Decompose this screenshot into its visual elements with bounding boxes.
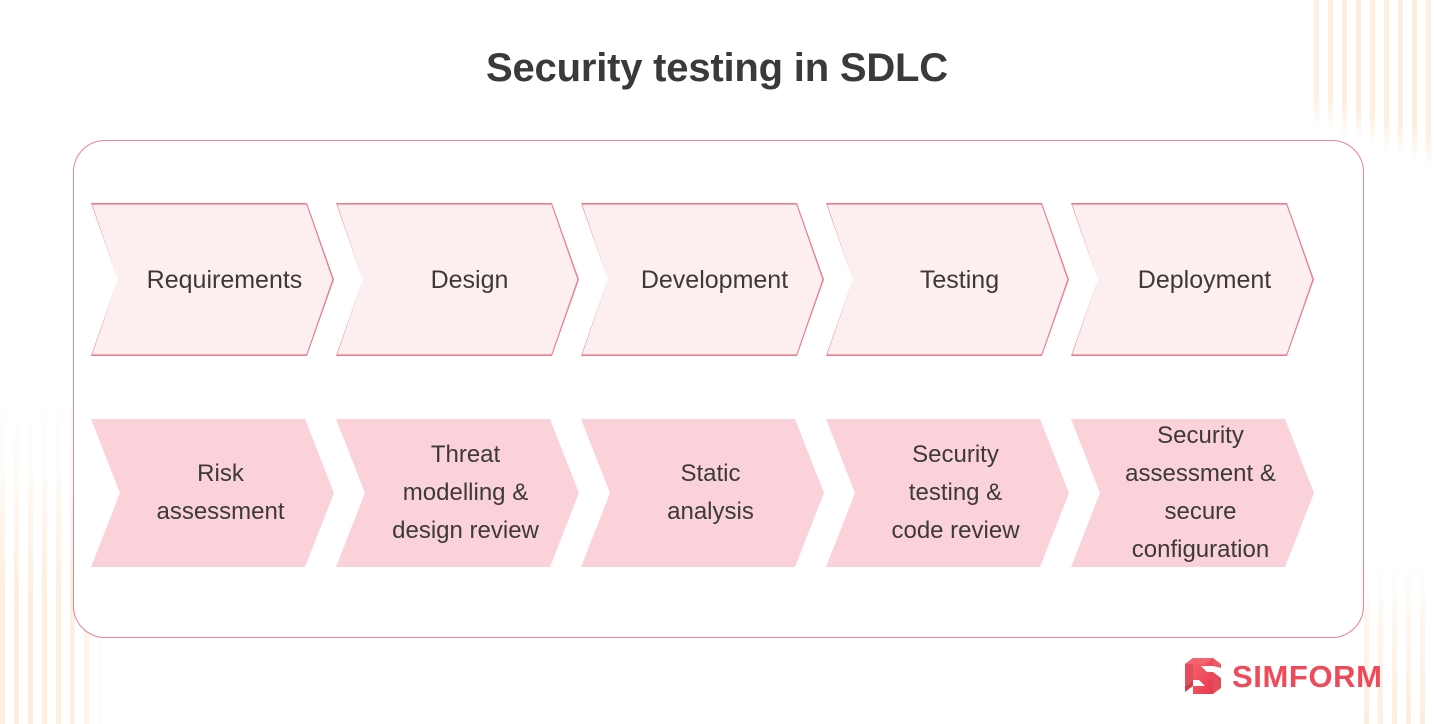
- chevron-row-sdlc-phases: Requirements Design Development Testing Depl…: [91, 203, 1316, 356]
- decorative-stripes-bottom-right: [1364, 560, 1434, 724]
- chevron-stage[interactable]: Threat modelling & design review: [336, 419, 579, 567]
- chevron-stage[interactable]: Security testing & code review: [826, 419, 1069, 567]
- chevron-stage[interactable]: Deployment: [1071, 203, 1314, 356]
- page-title: Security testing in SDLC: [486, 46, 948, 90]
- chevron-stage[interactable]: Testing: [826, 203, 1069, 356]
- simform-logo: SIMFORM: [1183, 657, 1383, 695]
- chevron-label: Static analysis: [667, 460, 754, 525]
- chevron-stage[interactable]: Design: [336, 203, 579, 356]
- chevron-label: Deployment: [1137, 265, 1272, 294]
- chevron-stage[interactable]: Requirements: [91, 203, 334, 356]
- simform-cube-mark-icon: [1185, 658, 1221, 694]
- diagram-card: Requirements Design Development Testing Depl…: [73, 140, 1364, 638]
- chevron-label: Risk assessment: [156, 460, 285, 525]
- chevron-label: Threat modelling & design review: [392, 441, 539, 544]
- simform-wordmark: SIMFORM: [1232, 658, 1383, 694]
- chevron-label: Security testing & code review: [891, 441, 1020, 544]
- chevron-stage[interactable]: Risk assessment: [91, 419, 334, 567]
- chevron-label: Development: [640, 265, 789, 294]
- chevron-stage[interactable]: Security assessment & secure configurati…: [1071, 419, 1314, 567]
- chevron-stage[interactable]: Static analysis: [581, 419, 824, 567]
- chevron-label: Security assessment & secure configurati…: [1125, 422, 1276, 563]
- chevron-row-security-activities: Risk assessment Threat modelling & design…: [91, 419, 1316, 567]
- chevron-label: Testing: [919, 265, 1000, 294]
- chevron-label: Design: [430, 265, 509, 294]
- diagram-canvas: Security testing in SDLC Requirements Des…: [0, 0, 1434, 724]
- chevron-stage[interactable]: Development: [581, 203, 824, 356]
- chevron-label: Requirements: [146, 265, 303, 294]
